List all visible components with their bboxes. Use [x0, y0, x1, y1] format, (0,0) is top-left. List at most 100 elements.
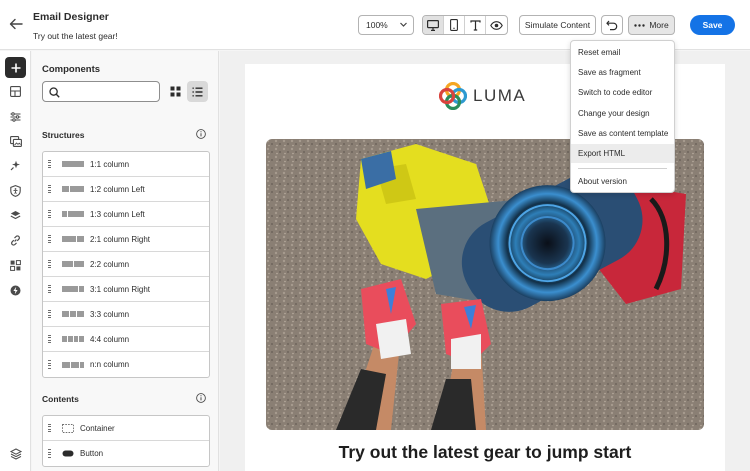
arrow-left-icon: [9, 18, 23, 30]
more-button[interactable]: More: [628, 15, 675, 35]
info-icon[interactable]: [196, 393, 206, 403]
menu-item-save-as-fragment[interactable]: Save as fragment: [571, 63, 674, 82]
menu-item-switch-to-code-editor[interactable]: Switch to code editor: [571, 83, 674, 102]
text-icon: [469, 19, 481, 31]
drag-handle-icon[interactable]: [48, 309, 54, 319]
drag-handle-icon[interactable]: [48, 259, 54, 269]
grid-view-button[interactable]: [165, 81, 186, 102]
column-layout-icon: [62, 311, 84, 317]
desktop-view-button[interactable]: [423, 16, 444, 34]
search-icon: [49, 87, 60, 98]
structures-heading: Structures: [42, 130, 85, 140]
column-layout-icon: [62, 336, 84, 342]
bottom-layers-rail-button[interactable]: [5, 443, 26, 464]
lightning-icon: [10, 285, 21, 296]
info-icon[interactable]: [196, 129, 206, 139]
settings-sliders-icon: [10, 111, 21, 122]
structure-item[interactable]: 2:1 column Right: [43, 227, 209, 252]
email-headline[interactable]: Try out the latest gear to jump start: [245, 442, 725, 463]
simulate-content-button[interactable]: Simulate Content: [519, 15, 596, 35]
save-button[interactable]: Save: [690, 15, 735, 35]
column-layout-icon: [62, 261, 84, 267]
menu-item-export-html[interactable]: Export HTML: [571, 144, 674, 163]
fragments-icon: [10, 86, 21, 97]
left-rail: [0, 51, 31, 471]
back-button[interactable]: [6, 14, 26, 34]
drag-handle-icon[interactable]: [48, 449, 54, 458]
assets-rail-button[interactable]: [5, 131, 26, 152]
eye-icon: [490, 20, 503, 30]
drag-handle-icon[interactable]: [48, 209, 54, 219]
content-item-button[interactable]: Button: [43, 441, 209, 466]
view-mode-toggle: [422, 15, 508, 35]
blocks-rail-button[interactable]: [5, 255, 26, 276]
structure-item[interactable]: 1:2 column Left: [43, 177, 209, 202]
list-view-button[interactable]: [187, 81, 208, 102]
email-subject: Try out the latest gear!: [33, 31, 118, 41]
menu-item-save-as-content-template[interactable]: Save as content template: [571, 124, 674, 143]
components-panel: Components Structures 1:1 column 1:2 colu…: [32, 51, 219, 471]
accessibility-rail-button[interactable]: [5, 180, 26, 201]
structure-item[interactable]: 1:1 column: [43, 152, 209, 177]
structure-item[interactable]: 1:3 column Left: [43, 202, 209, 227]
app-title: Email Designer: [33, 11, 109, 23]
menu-item-reset-email[interactable]: Reset email: [571, 43, 674, 62]
drag-handle-icon[interactable]: [48, 360, 54, 369]
structure-item[interactable]: 3:1 column Right: [43, 277, 209, 302]
personalization-rail-button[interactable]: [5, 155, 26, 176]
brand-logo[interactable]: LUMA: [439, 82, 526, 110]
button-icon: [62, 450, 74, 457]
fragments-rail-button[interactable]: [5, 81, 26, 102]
desktop-icon: [427, 19, 439, 31]
luma-logo-icon: [439, 82, 467, 110]
column-layout-icon: [62, 236, 84, 242]
undo-icon: [606, 20, 618, 30]
structure-item[interactable]: 2:2 column: [43, 252, 209, 277]
structure-item-label: 1:1 column: [90, 159, 130, 169]
preview-button[interactable]: [486, 16, 507, 34]
drag-handle-icon[interactable]: [48, 423, 54, 433]
layers-rail-button[interactable]: [5, 205, 26, 226]
text-view-button[interactable]: [465, 16, 486, 34]
menu-item-change-your-design[interactable]: Change your design: [571, 104, 674, 123]
link-icon: [11, 235, 20, 246]
menu-item-about-version[interactable]: About version: [571, 172, 674, 191]
layers-bottom-icon: [9, 447, 22, 460]
drag-handle-icon[interactable]: [48, 334, 54, 344]
add-icon: [11, 63, 20, 72]
drag-handle-icon[interactable]: [48, 184, 54, 194]
settings-rail-button[interactable]: [5, 106, 26, 127]
search-input[interactable]: [42, 81, 160, 102]
structure-item[interactable]: n:n column: [43, 352, 209, 377]
zoom-value: 100%: [366, 20, 388, 30]
contents-list: Container Button: [42, 415, 210, 467]
structure-item-label: 3:1 column Right: [90, 284, 151, 294]
add-components-rail-button[interactable]: [5, 57, 26, 78]
links-rail-button[interactable]: [5, 230, 26, 251]
grid-view-icon: [170, 86, 181, 97]
structures-list: 1:1 column 1:2 column Left 1:3 column Left…: [42, 151, 210, 378]
dynamic-content-rail-button[interactable]: [5, 280, 26, 301]
structure-item[interactable]: 3:3 column: [43, 302, 209, 327]
content-item-container[interactable]: Container: [43, 416, 209, 441]
structure-item-label: 3:3 column: [90, 309, 130, 319]
more-label: More: [649, 20, 669, 30]
drag-handle-icon[interactable]: [48, 234, 54, 244]
container-icon: [62, 423, 74, 433]
structure-item-label: 4:4 column: [90, 334, 130, 344]
drag-handle-icon[interactable]: [48, 159, 54, 169]
more-dropdown-menu: About version Reset email Save as fragmen…: [570, 40, 675, 193]
mobile-view-button[interactable]: [444, 16, 465, 34]
structure-item-label: 1:2 column Left: [90, 184, 145, 194]
personalization-icon: [10, 160, 20, 171]
menu-divider: [578, 168, 667, 169]
structure-item[interactable]: 4:4 column: [43, 327, 209, 352]
structure-item-label: 2:2 column: [90, 259, 130, 269]
list-view-icon: [192, 87, 203, 96]
zoom-select[interactable]: 100%: [358, 15, 414, 35]
undo-button[interactable]: [601, 15, 623, 35]
drag-handle-icon[interactable]: [48, 284, 54, 294]
accessibility-icon: [10, 184, 21, 197]
grid-icon: [10, 260, 21, 271]
content-item-label: Button: [80, 449, 104, 458]
